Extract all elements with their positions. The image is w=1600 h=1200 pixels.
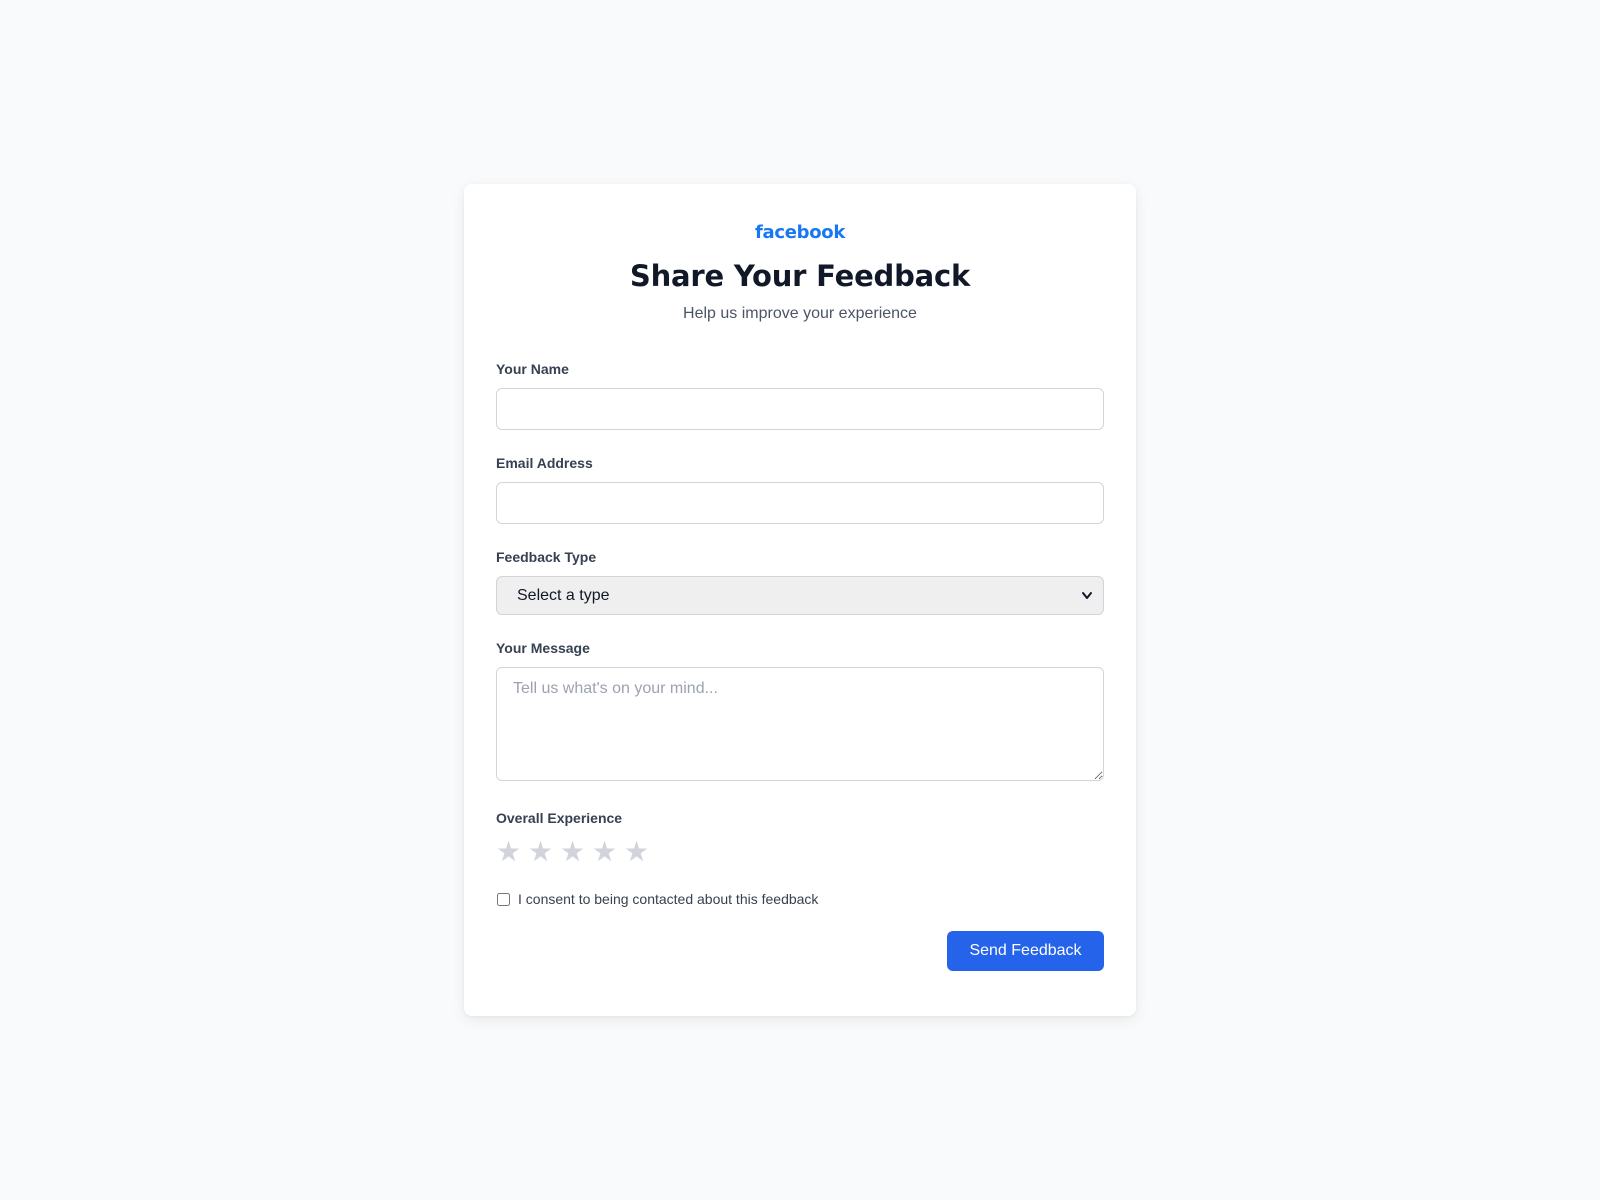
message-label: Your Message	[496, 640, 590, 656]
star-icon[interactable]: ★	[560, 837, 585, 867]
name-label: Your Name	[496, 361, 569, 377]
star-icon[interactable]: ★	[528, 837, 553, 867]
email-input[interactable]	[496, 482, 1104, 524]
star-icon[interactable]: ★	[496, 837, 521, 867]
feedback-type-select[interactable]: Select a type	[496, 576, 1104, 615]
email-label: Email Address	[496, 455, 593, 471]
feedback-card: facebook Share Your Feedback Help us imp…	[464, 184, 1136, 1016]
name-input[interactable]	[496, 388, 1104, 430]
star-icon[interactable]: ★	[592, 837, 617, 867]
email-field-group: Email Address	[496, 454, 1104, 524]
consent-label[interactable]: I consent to being contacted about this …	[518, 891, 818, 907]
send-feedback-button[interactable]: Send Feedback	[947, 931, 1104, 971]
feedback-type-selected-value: Select a type	[517, 587, 610, 604]
facebook-logo: facebook	[754, 222, 846, 243]
name-field-group: Your Name	[496, 360, 1104, 430]
feedback-type-label: Feedback Type	[496, 549, 597, 565]
chevron-down-icon	[1081, 577, 1093, 629]
rating-field-group: Overall Experience ★ ★ ★ ★ ★	[496, 809, 1104, 867]
star-icon[interactable]: ★	[624, 837, 649, 867]
form-actions: Send Feedback	[496, 931, 1104, 971]
rating-label: Overall Experience	[496, 810, 623, 826]
page-subtitle: Help us improve your experience	[683, 305, 917, 322]
message-textarea[interactable]	[496, 667, 1104, 781]
page-title: Share Your Feedback	[629, 259, 971, 293]
consent-row: I consent to being contacted about this …	[496, 891, 1104, 907]
star-rating: ★ ★ ★ ★ ★	[496, 837, 1104, 867]
feedback-type-field-group: Feedback Type Select a type	[496, 548, 1104, 615]
message-field-group: Your Message	[496, 639, 1104, 781]
consent-checkbox[interactable]	[497, 892, 510, 906]
